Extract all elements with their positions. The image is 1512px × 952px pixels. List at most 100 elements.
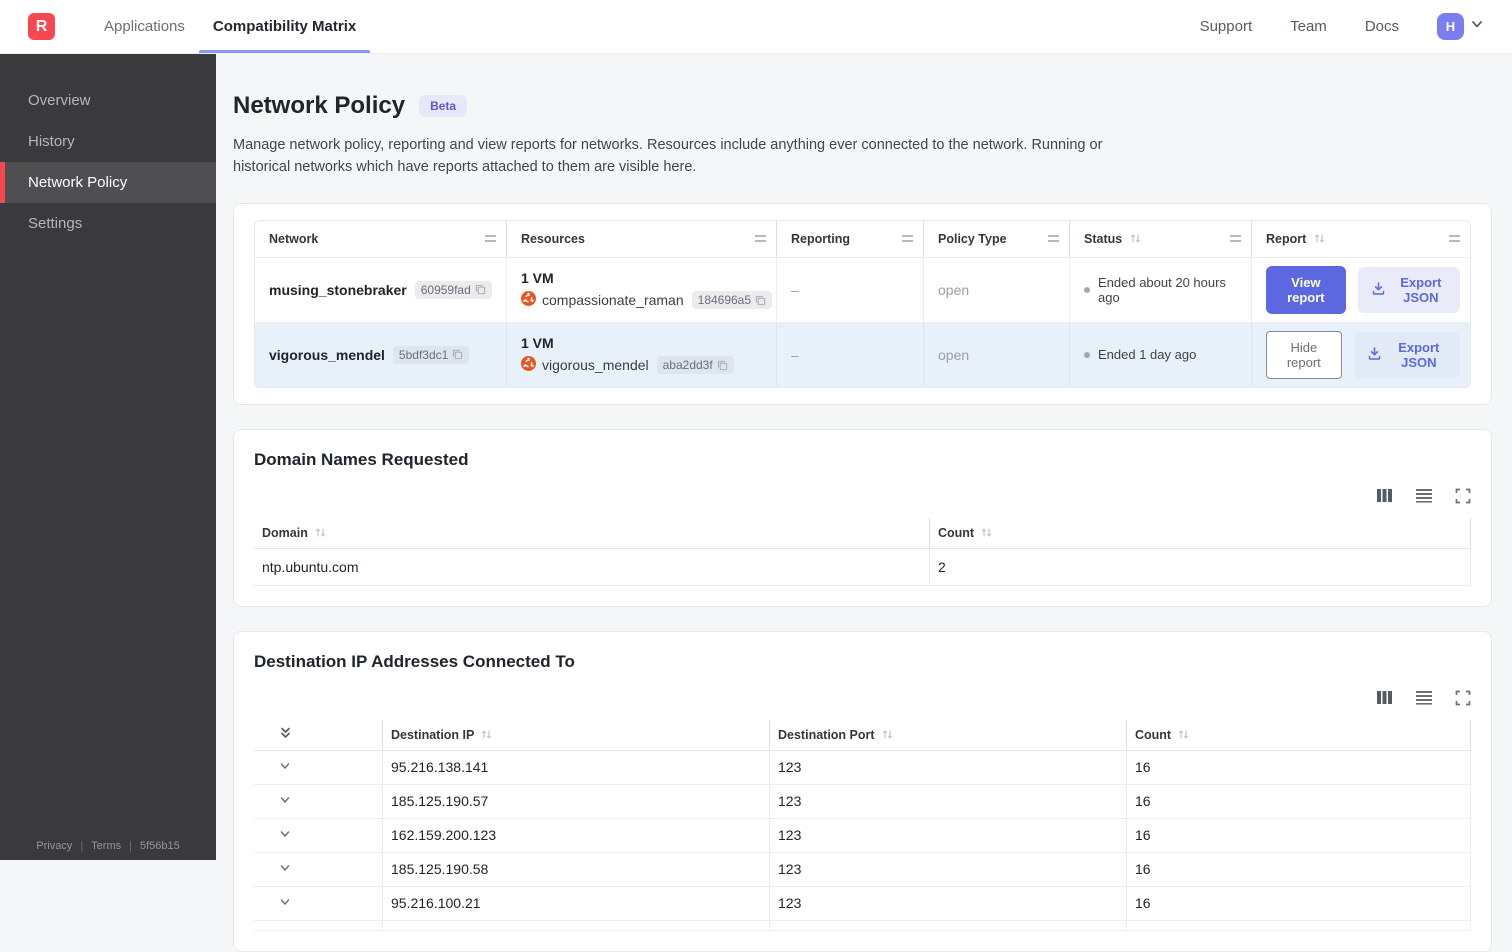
user-menu[interactable]: H	[1437, 13, 1484, 40]
column-header-count[interactable]: Count	[1126, 719, 1471, 750]
avatar[interactable]: H	[1437, 13, 1464, 40]
column-label: Reporting	[791, 231, 851, 246]
destination-ip-row[interactable]: 185.125.190.58 123 16	[254, 852, 1471, 887]
columns-icon[interactable]	[1376, 488, 1393, 503]
export-json-label: Export JSON	[1398, 339, 1440, 370]
copy-icon[interactable]	[452, 349, 463, 360]
team-link[interactable]: Team	[1290, 18, 1327, 35]
row-density-icon[interactable]	[1415, 690, 1433, 706]
network-table-row[interactable]: vigorous_mendel 5bdf3dc1 1 VM vigorous_m…	[255, 321, 1470, 387]
sidebar-item-overview[interactable]: Overview	[0, 80, 216, 121]
column-header-reporting[interactable]: Reporting	[777, 220, 924, 257]
column-resize-handle-icon[interactable]	[485, 235, 496, 243]
sort-arrows-icon[interactable]	[314, 526, 327, 539]
page-title: Network Policy	[233, 92, 406, 119]
count-cell: 16	[1126, 750, 1471, 784]
column-header-policy-type[interactable]: Policy Type	[924, 220, 1070, 257]
view-report-button[interactable]: View report	[1266, 265, 1346, 314]
column-label: Status	[1084, 231, 1123, 246]
resource-id-badge[interactable]: aba2dd3f	[656, 356, 734, 375]
sidebar-item-settings[interactable]: Settings	[0, 203, 216, 244]
destination-ip-row[interactable]: 95.216.100.21 123 16	[254, 886, 1471, 921]
privacy-link[interactable]: Privacy	[36, 840, 72, 852]
column-resize-handle-icon[interactable]	[1230, 235, 1241, 243]
column-header-network[interactable]: Network	[255, 220, 507, 257]
column-header-status[interactable]: Status	[1070, 220, 1252, 257]
destination-ips-card: Destination IP Addresses Connected To De…	[233, 630, 1492, 952]
status-dot	[1084, 351, 1090, 358]
sort-arrows-icon[interactable]	[1313, 232, 1326, 245]
resources-cell: 1 VM compassionate_raman 184696a5	[507, 257, 777, 322]
policy-type-cell: open	[924, 322, 1070, 387]
destination-ip-cell: 185.125.190.58	[382, 852, 769, 886]
terms-link[interactable]: Terms	[91, 840, 121, 852]
row-density-icon[interactable]	[1415, 488, 1433, 504]
divider: |	[80, 840, 84, 852]
support-link[interactable]: Support	[1200, 18, 1253, 35]
networks-card: Network Resources Reporting Policy Type	[233, 202, 1492, 405]
column-label: Domain	[262, 525, 308, 540]
report-cell: Hide report Export JSON	[1252, 323, 1470, 387]
row-expander[interactable]	[254, 887, 382, 920]
table-toolbar	[254, 488, 1471, 504]
expand-all-control[interactable]	[254, 720, 382, 750]
count-cell: 16	[1126, 784, 1471, 818]
chevron-down-icon	[278, 759, 292, 776]
hide-report-button[interactable]: Hide report	[1266, 330, 1342, 379]
topnav-right: Support Team Docs H	[1200, 13, 1484, 40]
row-expander[interactable]	[254, 785, 382, 818]
column-resize-handle-icon[interactable]	[755, 235, 766, 243]
export-json-button[interactable]: Export JSON	[1353, 331, 1460, 378]
reporting-cell: –	[777, 257, 924, 322]
sort-arrows-icon[interactable]	[980, 526, 993, 539]
column-header-count[interactable]: Count	[929, 517, 1471, 548]
row-expander[interactable]	[254, 853, 382, 886]
docs-link[interactable]: Docs	[1365, 18, 1399, 35]
column-header-resources[interactable]: Resources	[507, 220, 777, 257]
domain-row[interactable]: ntp.ubuntu.com 2	[254, 548, 1471, 586]
resource-id-badge[interactable]: 184696a5	[691, 291, 773, 310]
network-table-row[interactable]: musing_stonebraker 60959fad 1 VM compass…	[255, 256, 1470, 322]
column-label: Count	[1135, 727, 1172, 742]
column-header-report[interactable]: Report	[1252, 221, 1470, 257]
sort-arrows-icon[interactable]	[881, 728, 894, 741]
column-header-destination-ip[interactable]: Destination IP	[382, 719, 769, 750]
destination-ip-row[interactable]: 185.125.190.57 123 16	[254, 784, 1471, 819]
row-expander[interactable]	[254, 819, 382, 852]
copy-icon[interactable]	[755, 295, 766, 306]
sidebar-item-network-policy[interactable]: Network Policy	[0, 162, 216, 203]
column-resize-handle-icon[interactable]	[1048, 235, 1059, 243]
resources-cell: 1 VM vigorous_mendel aba2dd3f	[507, 322, 777, 387]
fullscreen-icon[interactable]	[1455, 690, 1471, 706]
network-id-badge[interactable]: 5bdf3dc1	[392, 345, 470, 364]
column-resize-handle-icon[interactable]	[1449, 235, 1460, 243]
destination-ip-row[interactable]	[254, 920, 1471, 931]
destination-ip-row[interactable]: 95.216.138.141 123 16	[254, 750, 1471, 785]
ubuntu-logo-icon	[521, 291, 536, 309]
sort-arrows-icon[interactable]	[1129, 232, 1142, 245]
sort-arrows-icon[interactable]	[1177, 728, 1190, 741]
column-header-destination-port[interactable]: Destination Port	[769, 719, 1126, 750]
sidebar-item-history[interactable]: History	[0, 121, 216, 162]
download-icon	[1371, 281, 1386, 299]
resources-summary: 1 VM	[521, 270, 554, 287]
copy-icon[interactable]	[717, 360, 728, 371]
export-json-button[interactable]: Export JSON	[1357, 266, 1460, 313]
destination-ip-row[interactable]: 162.159.200.123 123 16	[254, 818, 1471, 853]
fullscreen-icon[interactable]	[1455, 488, 1471, 504]
sidebar-footer: Privacy | Terms | 5f56b15	[0, 840, 216, 852]
count-cell: 2	[929, 548, 1471, 585]
column-resize-handle-icon[interactable]	[902, 235, 913, 243]
columns-icon[interactable]	[1376, 690, 1393, 705]
network-id-badge[interactable]: 60959fad	[414, 280, 492, 299]
tab-applications[interactable]: Applications	[90, 0, 199, 53]
row-expander[interactable]	[254, 751, 382, 784]
copy-icon[interactable]	[475, 284, 486, 295]
primary-tabs: Applications Compatibility Matrix	[90, 0, 371, 53]
column-header-domain[interactable]: Domain	[254, 518, 929, 548]
network-id: 60959fad	[420, 282, 471, 297]
build-version: 5f56b15	[139, 840, 180, 852]
app-logo[interactable]: R	[28, 13, 55, 40]
tab-compatibility-matrix[interactable]: Compatibility Matrix	[198, 0, 371, 53]
sort-arrows-icon[interactable]	[480, 728, 493, 741]
